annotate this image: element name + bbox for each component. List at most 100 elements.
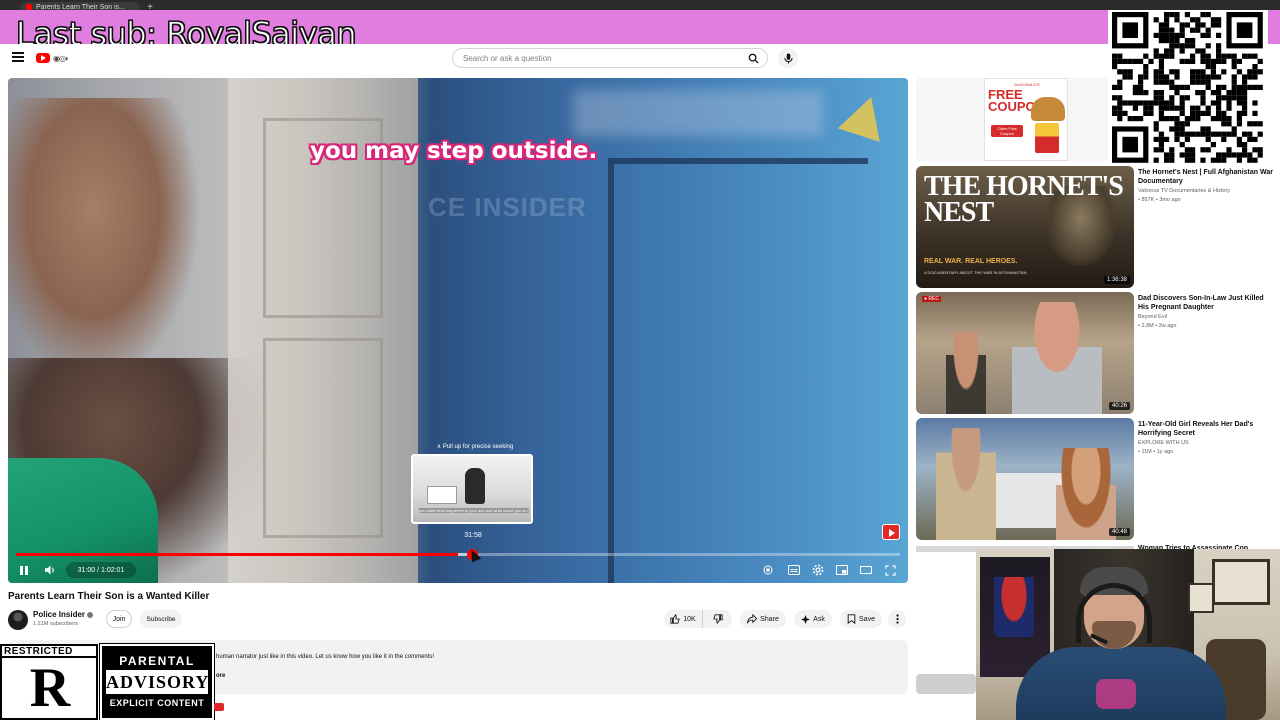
- ad-burger-image: [1031, 97, 1065, 121]
- recommended-channel[interactable]: EXPLORE WITH US: [1138, 440, 1189, 446]
- miniplayer-button[interactable]: [834, 562, 850, 578]
- volume-button[interactable]: [42, 562, 58, 578]
- logo-doodle-icon: ◉◎◐: [53, 53, 70, 63]
- ad-fries-image: [1035, 123, 1059, 153]
- hamburger-icon[interactable]: [12, 52, 24, 62]
- like-count: 10K: [683, 615, 696, 623]
- parental-advisory-badge: PARENTAL ADVISORY EXPLICIT CONTENT: [99, 643, 215, 720]
- voice-search-button[interactable]: [778, 48, 798, 68]
- search-button[interactable]: [739, 48, 767, 68]
- recommended-meta: • 857K • 3mo ago: [1138, 197, 1181, 203]
- video-duration: 1:36:38: [1103, 276, 1130, 284]
- sidebar-ad[interactable]: McDONALD'S FREE COUPON Claim Free Coupon: [984, 78, 1068, 161]
- theater-mode-button[interactable]: [858, 562, 874, 578]
- ask-label: Ask: [813, 615, 825, 623]
- video-frame-person: [8, 98, 198, 378]
- fullscreen-button[interactable]: [882, 562, 898, 578]
- channel-logo-triangle-icon: [837, 90, 893, 142]
- seek-hint: ∧ Pull up for precise seeking: [436, 444, 514, 450]
- volume-icon: [44, 565, 54, 575]
- channel-name[interactable]: Police Insider: [33, 610, 94, 619]
- progress-played: [16, 553, 458, 556]
- subtitles-button[interactable]: [786, 562, 802, 578]
- video-watermark: CE INSIDER: [428, 192, 587, 222]
- autoplay-toggle[interactable]: [760, 562, 776, 578]
- description-more-link[interactable]: ore: [216, 673, 225, 679]
- progress-bar[interactable]: [16, 549, 900, 560]
- video-frame-blurred-text: [573, 90, 823, 136]
- like-button[interactable]: 10K: [664, 610, 702, 628]
- video-caption: you may step outside.: [310, 138, 598, 164]
- microphone-icon: [783, 53, 793, 63]
- red-indicator-icon: [214, 703, 224, 711]
- youtube-play-logo-icon: [36, 53, 50, 63]
- dislike-button[interactable]: [702, 610, 732, 628]
- share-label: Share: [760, 615, 779, 623]
- save-button[interactable]: Save: [840, 610, 882, 628]
- thumbs-down-icon: [712, 614, 723, 624]
- thumbnail-subline: A DOCUMENTARY ABOUT THE WAR IN AFGHANIST…: [924, 270, 1027, 275]
- channel-avatar[interactable]: [8, 610, 28, 630]
- thumbnail-officer: [946, 332, 986, 414]
- recommended-thumbnail[interactable]: 40:48: [916, 418, 1134, 540]
- fullscreen-icon: [884, 564, 896, 576]
- search-input[interactable]: [463, 52, 733, 64]
- seek-preview-person: [465, 468, 485, 504]
- join-button[interactable]: Join: [106, 610, 132, 628]
- webcam-wall-frame: [1212, 559, 1270, 605]
- theater-mode-icon: [860, 566, 872, 574]
- autoplay-icon: [763, 565, 773, 575]
- closed-captions-icon: [788, 565, 800, 575]
- qr-code: [1108, 10, 1268, 164]
- thumbnail-title: THE HORNET'S NEST: [924, 171, 1124, 228]
- advisory-bottom: EXPLICIT CONTENT: [109, 698, 205, 708]
- seek-preview-desk: [427, 486, 457, 504]
- recommended-title[interactable]: 11-Year-Old Girl Reveals Her Dad's Horri…: [1138, 420, 1276, 438]
- ad-headline: FREE COUPON: [988, 87, 1046, 114]
- miniplayer-icon: [836, 565, 848, 575]
- recommended-thumbnail[interactable]: ● REC 40:26: [916, 292, 1134, 414]
- youtube-logo[interactable]: ◉◎◐: [36, 52, 70, 64]
- recommended-meta: • 11M • 1y ago: [1138, 449, 1174, 455]
- recommended-channel[interactable]: Beyond Evil: [1138, 314, 1167, 320]
- share-button[interactable]: Share: [740, 610, 786, 628]
- more-actions-button[interactable]: [888, 610, 906, 628]
- settings-button[interactable]: [810, 562, 826, 578]
- recommended-title[interactable]: The Hornet's Nest | Full Afghanistan War…: [1138, 168, 1276, 186]
- gear-icon: [812, 564, 824, 576]
- seek-preview-thumbnail: you want what happened to your son and w…: [411, 454, 533, 524]
- player-controls: 31:00 / 1:02:01: [8, 559, 908, 581]
- video-title: Parents Learn Their Son is a Wanted Kill…: [8, 591, 210, 602]
- thumbnail-girl: [1056, 448, 1116, 540]
- seek-preview-subtitle: you want what happened to your son and w…: [419, 508, 529, 513]
- recommended-thumbnail[interactable]: THE HORNET'S NEST REAL WAR. REAL HEROES.…: [916, 166, 1134, 288]
- share-icon: [747, 614, 758, 624]
- screen: Parents Learn Their Son is... + Last sub…: [0, 0, 1280, 720]
- youtube-masthead: ◉◎◐: [0, 44, 1280, 72]
- thumbs-up-icon: [670, 614, 680, 624]
- recommended-title[interactable]: Dad Discovers Son-In-Law Just Killed His…: [1138, 294, 1276, 312]
- more-vertical-icon: [895, 614, 899, 624]
- subscriber-count: 1.21M subscribers: [33, 621, 78, 627]
- thumbnail-tagline: REAL WAR. REAL HEROES.: [924, 258, 1018, 265]
- verified-badge-icon: [87, 611, 94, 618]
- recommended-meta: • 2.8M • 3w ago: [1138, 323, 1177, 329]
- save-label: Save: [859, 615, 875, 623]
- description-text: human narrator just like in this video. …: [216, 654, 435, 660]
- advisory-top: PARENTAL: [119, 654, 195, 668]
- video-duration: 40:48: [1108, 528, 1130, 536]
- channel-watermark-icon[interactable]: [882, 524, 900, 540]
- subscribe-button[interactable]: Subscribe: [140, 610, 182, 628]
- pause-button[interactable]: [16, 562, 32, 578]
- thumbnail-officer: [936, 428, 996, 540]
- recommended-channel[interactable]: Valorous TV Documentaries & History: [1138, 188, 1230, 194]
- restricted-letter: R: [29, 657, 71, 719]
- recommended-thumbnail-partial[interactable]: [916, 674, 976, 694]
- video-player[interactable]: CE INSIDER you may step outside. ∧ Pull …: [8, 78, 908, 583]
- thumbnail-man: [1012, 302, 1102, 414]
- ask-button[interactable]: Ask: [794, 610, 832, 628]
- time-display: 31:00 / 1:02:01: [66, 562, 136, 578]
- bookmark-icon: [847, 614, 856, 624]
- search-icon: [748, 53, 759, 64]
- video-frame-doorway: [608, 158, 868, 583]
